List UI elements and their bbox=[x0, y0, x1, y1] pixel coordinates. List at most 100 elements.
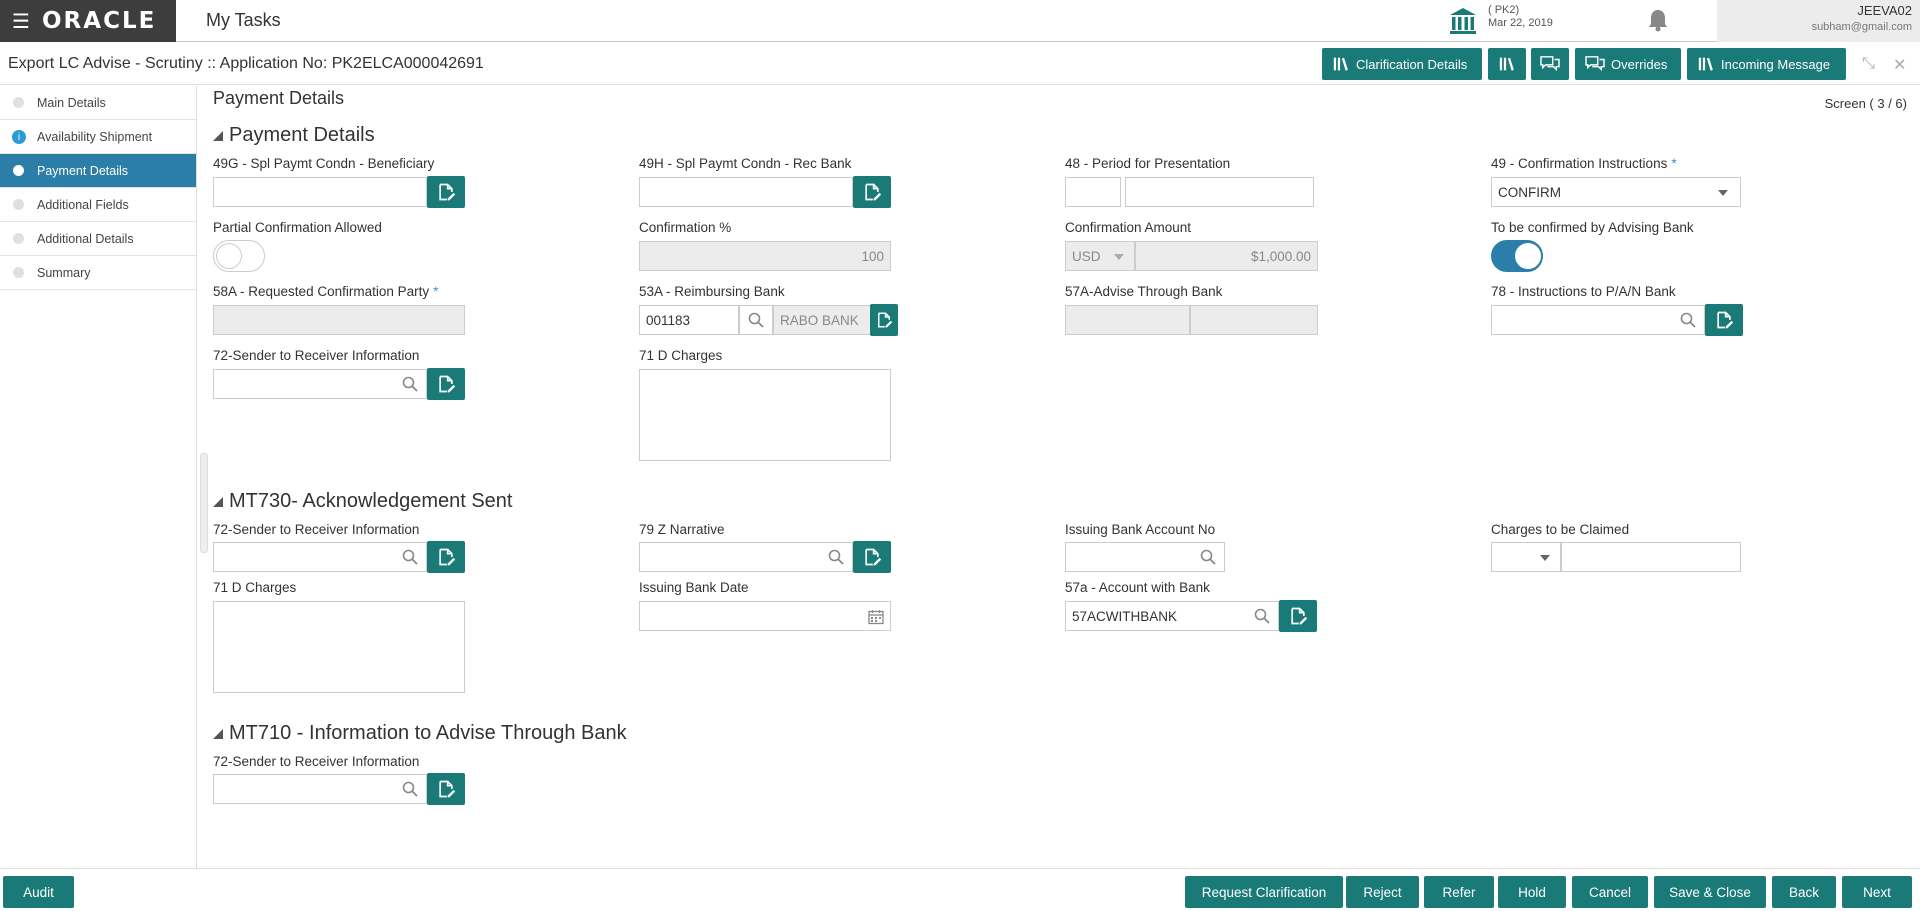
back-button[interactable]: Back bbox=[1772, 876, 1836, 908]
period-days-input[interactable] bbox=[1065, 177, 1121, 207]
mt730-sender-receiver-info-edit-button[interactable] bbox=[427, 541, 465, 573]
charges-claimed-amount-input[interactable] bbox=[1561, 542, 1741, 572]
issuing-bank-date-input[interactable] bbox=[639, 601, 891, 631]
reimbursing-bank-code-input[interactable]: 001183 bbox=[639, 305, 739, 335]
charges-textarea[interactable] bbox=[639, 369, 891, 461]
issuing-bank-account-input[interactable] bbox=[1065, 542, 1225, 572]
field-label: 72-Sender to Receiver Information bbox=[213, 348, 420, 363]
sidebar: Main Details i Availability Shipment Pay… bbox=[0, 86, 197, 868]
screen-counter: Screen ( 3 / 6) bbox=[1824, 96, 1907, 111]
hold-button[interactable]: Hold bbox=[1498, 876, 1566, 908]
step-dot-icon bbox=[13, 199, 24, 210]
partial-confirmation-toggle[interactable] bbox=[213, 240, 265, 272]
search-icon[interactable] bbox=[402, 549, 418, 565]
step-dot-icon bbox=[13, 233, 24, 244]
chat-icon bbox=[1540, 55, 1560, 73]
incoming-message-label: Incoming Message bbox=[1721, 56, 1831, 72]
period-narrative-input[interactable] bbox=[1125, 177, 1314, 207]
confirmation-amount-input[interactable]: $1,000.00 bbox=[1135, 241, 1318, 271]
calendar-icon[interactable] bbox=[868, 609, 884, 625]
spl-paymt-beneficiary-input[interactable] bbox=[213, 177, 427, 207]
reimbursing-bank-edit-button[interactable] bbox=[870, 304, 898, 336]
library-icon bbox=[1498, 55, 1516, 73]
instructions-pan-bank-edit-button[interactable] bbox=[1705, 304, 1743, 336]
field-label: Charges to be Claimed bbox=[1491, 522, 1630, 537]
sidebar-item-main-details[interactable]: Main Details bbox=[0, 86, 196, 120]
remarks-button[interactable] bbox=[1531, 48, 1569, 80]
confirmation-instructions-select[interactable]: CONFIRM bbox=[1491, 177, 1741, 207]
advise-through-bank-code-input[interactable] bbox=[1065, 305, 1190, 335]
field-label: 49G - Spl Paymt Condn - Beneficiary bbox=[213, 156, 435, 171]
search-icon[interactable] bbox=[1200, 549, 1216, 565]
section-mt730-acknowledgement[interactable]: MT730- Acknowledgement Sent bbox=[213, 490, 513, 513]
user-name: JEEVA02 bbox=[1857, 3, 1912, 18]
requested-confirmation-party-input[interactable] bbox=[213, 305, 465, 335]
spl-paymt-rec-bank-input[interactable] bbox=[639, 177, 853, 207]
select-value: CONFIRM bbox=[1498, 184, 1561, 200]
confirmation-percent-input[interactable]: 100 bbox=[639, 241, 891, 271]
search-icon[interactable] bbox=[402, 781, 418, 797]
search-icon[interactable] bbox=[402, 376, 418, 392]
documents-button[interactable] bbox=[1488, 48, 1526, 80]
incoming-message-button[interactable]: Incoming Message bbox=[1687, 48, 1846, 80]
sidebar-item-additional-details[interactable]: Additional Details bbox=[0, 222, 196, 256]
narrative-input[interactable] bbox=[639, 542, 853, 572]
reimbursing-bank-name-input[interactable]: RABO BANK bbox=[773, 305, 883, 335]
reject-button[interactable]: Reject bbox=[1346, 876, 1419, 908]
edit-document-icon bbox=[875, 311, 893, 329]
section-mt710-information[interactable]: MT710 - Information to Advise Through Ba… bbox=[213, 722, 627, 745]
clarification-details-button[interactable]: Clarification Details bbox=[1322, 48, 1482, 80]
field-label: To be confirmed by Advising Bank bbox=[1491, 220, 1694, 235]
library-icon bbox=[1697, 55, 1715, 73]
request-clarification-button[interactable]: Request Clarification bbox=[1185, 876, 1343, 908]
search-icon[interactable] bbox=[1680, 312, 1696, 328]
to-be-confirmed-toggle[interactable] bbox=[1491, 240, 1543, 272]
search-icon[interactable] bbox=[828, 549, 844, 565]
refer-button[interactable]: Refer bbox=[1424, 876, 1494, 908]
account-with-bank-edit-button[interactable] bbox=[1279, 600, 1317, 632]
hamburger-menu-icon[interactable]: ☰ bbox=[0, 0, 42, 42]
field-label-text: 49 - Confirmation Instructions bbox=[1491, 156, 1668, 171]
sidebar-item-summary[interactable]: Summary bbox=[0, 256, 196, 290]
branch-date: Mar 22, 2019 bbox=[1488, 17, 1553, 29]
section-payment-details[interactable]: Payment Details bbox=[213, 124, 375, 147]
bank-icon[interactable] bbox=[1448, 6, 1478, 36]
mt710-sender-receiver-info-input[interactable] bbox=[213, 774, 427, 804]
sidebar-item-payment-details[interactable]: Payment Details bbox=[0, 154, 196, 188]
sender-receiver-info-edit-button[interactable] bbox=[427, 368, 465, 400]
sidebar-item-additional-fields[interactable]: Additional Fields bbox=[0, 188, 196, 222]
mt710-sender-receiver-info-edit-button[interactable] bbox=[427, 773, 465, 805]
mt730-sender-receiver-info-input[interactable] bbox=[213, 542, 427, 572]
mt730-charges-textarea[interactable] bbox=[213, 601, 465, 693]
edit-document-icon bbox=[436, 547, 456, 567]
minimize-icon[interactable]: ⤡ bbox=[1862, 55, 1875, 73]
sidebar-resize-handle[interactable] bbox=[200, 453, 208, 553]
instructions-pan-bank-input[interactable] bbox=[1491, 305, 1705, 335]
info-icon: i bbox=[12, 130, 26, 144]
spl-paymt-beneficiary-edit-button[interactable] bbox=[427, 176, 465, 208]
user-menu[interactable]: JEEVA02 subham@gmail.com bbox=[1717, 0, 1920, 42]
chevron-down-icon bbox=[1114, 254, 1124, 260]
account-with-bank-input[interactable]: 57ACWITHBANK bbox=[1065, 601, 1279, 631]
save-close-button[interactable]: Save & Close bbox=[1654, 876, 1766, 908]
user-email: subham@gmail.com bbox=[1811, 21, 1912, 33]
sender-receiver-info-input[interactable] bbox=[213, 369, 427, 399]
audit-button[interactable]: Audit bbox=[3, 876, 74, 908]
narrative-edit-button[interactable] bbox=[853, 541, 891, 573]
next-button[interactable]: Next bbox=[1842, 876, 1912, 908]
required-asterisk: * bbox=[1671, 156, 1677, 171]
search-icon[interactable] bbox=[1254, 608, 1270, 624]
reimbursing-bank-search-button[interactable] bbox=[739, 305, 773, 335]
overrides-label: Overrides bbox=[1611, 56, 1668, 72]
spl-paymt-rec-bank-edit-button[interactable] bbox=[853, 176, 891, 208]
charges-claimed-currency-select[interactable] bbox=[1491, 542, 1561, 572]
cancel-button[interactable]: Cancel bbox=[1572, 876, 1648, 908]
field-label: 53A - Reimbursing Bank bbox=[639, 284, 785, 299]
confirmation-currency-select[interactable]: USD bbox=[1065, 241, 1135, 271]
sidebar-item-availability-shipment[interactable]: i Availability Shipment bbox=[0, 120, 196, 154]
close-icon[interactable]: ✕ bbox=[1893, 55, 1906, 75]
sidebar-item-label: Main Details bbox=[37, 95, 106, 110]
advise-through-bank-name-input[interactable] bbox=[1190, 305, 1318, 335]
overrides-button[interactable]: Overrides bbox=[1575, 48, 1681, 80]
bell-icon[interactable] bbox=[1647, 8, 1669, 32]
